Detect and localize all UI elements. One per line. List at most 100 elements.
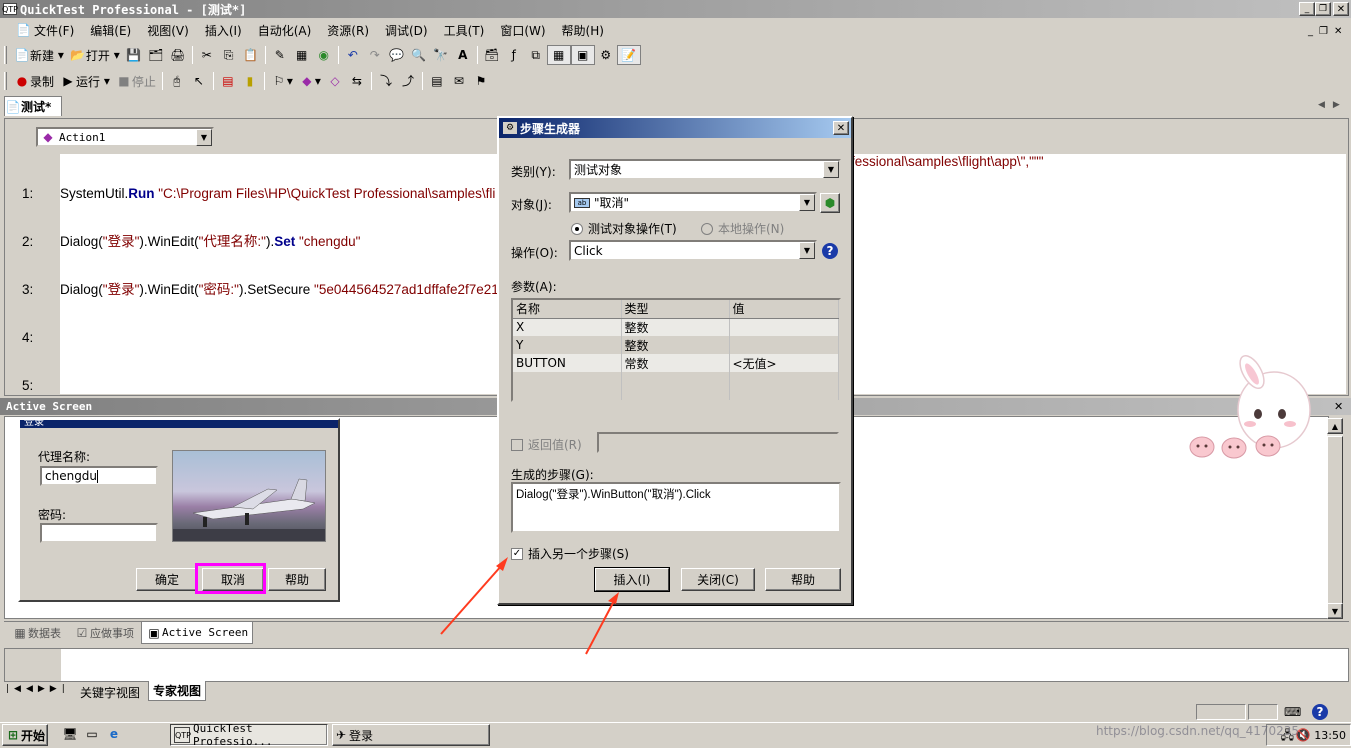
debug-button[interactable]: ⚑ — [470, 71, 492, 91]
table-row[interactable]: Y 整数 — [513, 336, 839, 354]
results-button[interactable]: ▤ — [426, 71, 448, 91]
comment-button[interactable]: 💬 — [386, 45, 408, 65]
table-row[interactable]: BUTTON 常数 <无值> — [513, 354, 839, 372]
step-out-button[interactable]: ⤴ — [397, 71, 419, 91]
analog-button[interactable]: ↖ — [188, 71, 210, 91]
save-all-button[interactable]: 🗂 — [145, 45, 167, 65]
spell-button[interactable]: A — [452, 45, 474, 65]
menu-insert[interactable]: 插入(I) — [197, 22, 250, 39]
insert-button[interactable]: 插入(I) — [595, 568, 669, 591]
stop-button[interactable]: ■ 停止 — [113, 71, 159, 91]
step-into-button[interactable]: ⤵ — [375, 71, 397, 91]
param-value[interactable] — [729, 318, 839, 336]
menu-edit[interactable]: 编辑(E) — [82, 22, 139, 39]
help-circle-icon[interactable]: ? — [1312, 704, 1328, 720]
tab-data-table[interactable]: ▦ 数据表 — [8, 623, 65, 643]
minimize-button[interactable]: _ — [1299, 2, 1315, 16]
radio-local[interactable]: 本地操作(N) — [701, 220, 784, 237]
table-row[interactable]: X 整数 — [513, 318, 839, 336]
close-button[interactable]: ✕ — [1333, 2, 1349, 16]
low-level-record-button[interactable]: 🖰 — [166, 71, 188, 91]
view-tab-nav[interactable]: |◀◀▶▶| — [6, 684, 70, 694]
menu-tools[interactable]: 工具(T) — [436, 22, 493, 39]
menu-resources[interactable]: 资源(R) — [319, 22, 377, 39]
object-repo-button[interactable]: 🗃 — [481, 45, 503, 65]
output-value-button[interactable]: ▮ — [239, 71, 261, 91]
run-button[interactable]: ▶ 运行 ▾ — [57, 71, 113, 91]
chevron-down-icon[interactable]: ▼ — [799, 194, 815, 211]
menu-view[interactable]: 视图(V) — [139, 22, 197, 39]
return-value-input[interactable] — [597, 432, 839, 453]
print-button[interactable]: 🖨 — [167, 45, 189, 65]
edit-button[interactable]: ✎ — [269, 45, 291, 65]
password-input[interactable] — [40, 523, 158, 543]
insert-another-checkbox[interactable]: ✓ 插入另一个步骤(S) — [511, 545, 629, 562]
taskbar-qtp-button[interactable]: QTP QuickTest Professio... — [170, 722, 328, 748]
replace-button[interactable]: 🔭 — [430, 45, 452, 65]
save-button[interactable]: 💾 — [123, 45, 145, 65]
menu-help[interactable]: 帮助(H) — [554, 22, 612, 39]
show-desktop-icon[interactable]: ▭ — [84, 726, 100, 742]
insert-checkpoint-button[interactable]: ▤ — [217, 71, 239, 91]
scroll-down-icon[interactable]: ▼ — [1327, 603, 1343, 619]
scroll-up-icon[interactable]: ▲ — [1327, 418, 1343, 434]
menu-file[interactable]: 文件(F) — [26, 22, 82, 39]
param-value[interactable]: <无值> — [729, 354, 839, 372]
cut-button[interactable]: ✂ — [196, 45, 218, 65]
param-value[interactable] — [729, 336, 839, 354]
menu-debug[interactable]: 调试(D) — [377, 22, 436, 39]
server-manager-icon[interactable]: 🖥 — [62, 726, 78, 742]
action-button[interactable]: ◆ ▾ — [296, 71, 324, 91]
object-identify-button[interactable]: ⧉ — [525, 45, 547, 65]
operation-help-icon[interactable]: ? — [820, 241, 840, 261]
checkpoint-button[interactable]: ▦ — [291, 45, 313, 65]
active-screen-scrollbar[interactable]: ▲ ▼ — [1327, 418, 1343, 619]
data-table-toggle[interactable]: ▦ — [546, 45, 571, 65]
taskbar-login-button[interactable]: ✈ 登录 — [332, 724, 490, 746]
dialog-close-button[interactable]: ✕ — [833, 121, 849, 135]
login-help-button[interactable]: 帮助 — [268, 568, 326, 591]
copy-button[interactable]: ⎘ — [218, 45, 240, 65]
generated-step-textarea[interactable]: Dialog("登录").WinButton("取消").Click — [511, 482, 841, 533]
chevron-down-icon[interactable]: ▼ — [823, 161, 839, 178]
object-select[interactable]: ab "取消" ▼ — [569, 192, 817, 213]
tab-active-screen[interactable]: ▣ Active Screen — [141, 622, 254, 644]
mdi-close-icon[interactable]: ✕ — [1334, 26, 1348, 37]
chevron-down-icon[interactable]: ▼ — [196, 129, 212, 146]
dialog-help-button[interactable]: 帮助 — [765, 568, 841, 591]
function-button[interactable]: ƒ — [503, 45, 525, 65]
tab-scroll-arrows[interactable]: ◀▶ — [1318, 100, 1348, 110]
restore-button[interactable]: ❐ — [1315, 2, 1331, 16]
params-grid[interactable]: 名称 类型 值 X 整数 Y 整数 BUTTON 常数 <无值> — [511, 298, 841, 402]
mdi-restore-icon[interactable]: ❐ — [1319, 26, 1334, 37]
scroll-thumb[interactable] — [1327, 436, 1343, 606]
active-screen-close-icon[interactable]: ✕ — [1334, 400, 1343, 413]
undo-button[interactable]: ↶ — [342, 45, 364, 65]
spy-button[interactable]: ◉ — [313, 45, 335, 65]
radio-test-object[interactable]: 测试对象操作(T) — [571, 220, 677, 237]
active-screen-toggle[interactable]: ▣ — [570, 45, 595, 65]
sync-button[interactable]: ✉ — [448, 71, 470, 91]
login-ok-button[interactable]: 确定 — [136, 568, 198, 591]
tab-todo[interactable]: ☑ 应做事项 — [70, 623, 138, 643]
split-action-button[interactable]: ⇆ — [346, 71, 368, 91]
internet-explorer-icon[interactable]: e — [106, 726, 122, 742]
select-object-button[interactable]: ⬢ — [820, 193, 840, 213]
mdi-minimize-icon[interactable]: _ — [1308, 26, 1319, 37]
find-button[interactable]: 🔍 — [408, 45, 430, 65]
start-button[interactable]: ⊞ 开始 — [2, 724, 48, 746]
operation-select[interactable]: Click ▼ — [569, 240, 817, 261]
chevron-down-icon[interactable]: ▼ — [799, 242, 815, 259]
action-select[interactable]: ◆ Action1 ▼ — [36, 127, 214, 147]
transaction-button[interactable]: ⚐ ▾ — [268, 71, 296, 91]
properties-button[interactable]: 📝 — [616, 45, 641, 65]
record-button[interactable]: ● 录制 — [11, 71, 57, 91]
menu-automation[interactable]: 自动化(A) — [250, 22, 320, 39]
open-button[interactable]: 📂 打开 ▾ — [67, 45, 123, 65]
tab-expert-view[interactable]: 专家视图 — [148, 681, 207, 701]
return-value-checkbox[interactable]: 返回值(R) — [511, 436, 582, 453]
document-tab[interactable]: 📄 测试* — [4, 96, 62, 116]
redo-button[interactable]: ↷ — [364, 45, 386, 65]
dialog-close-action-button[interactable]: 关闭(C) — [681, 568, 755, 591]
new-button[interactable]: 📄 新建 ▾ — [11, 45, 67, 65]
